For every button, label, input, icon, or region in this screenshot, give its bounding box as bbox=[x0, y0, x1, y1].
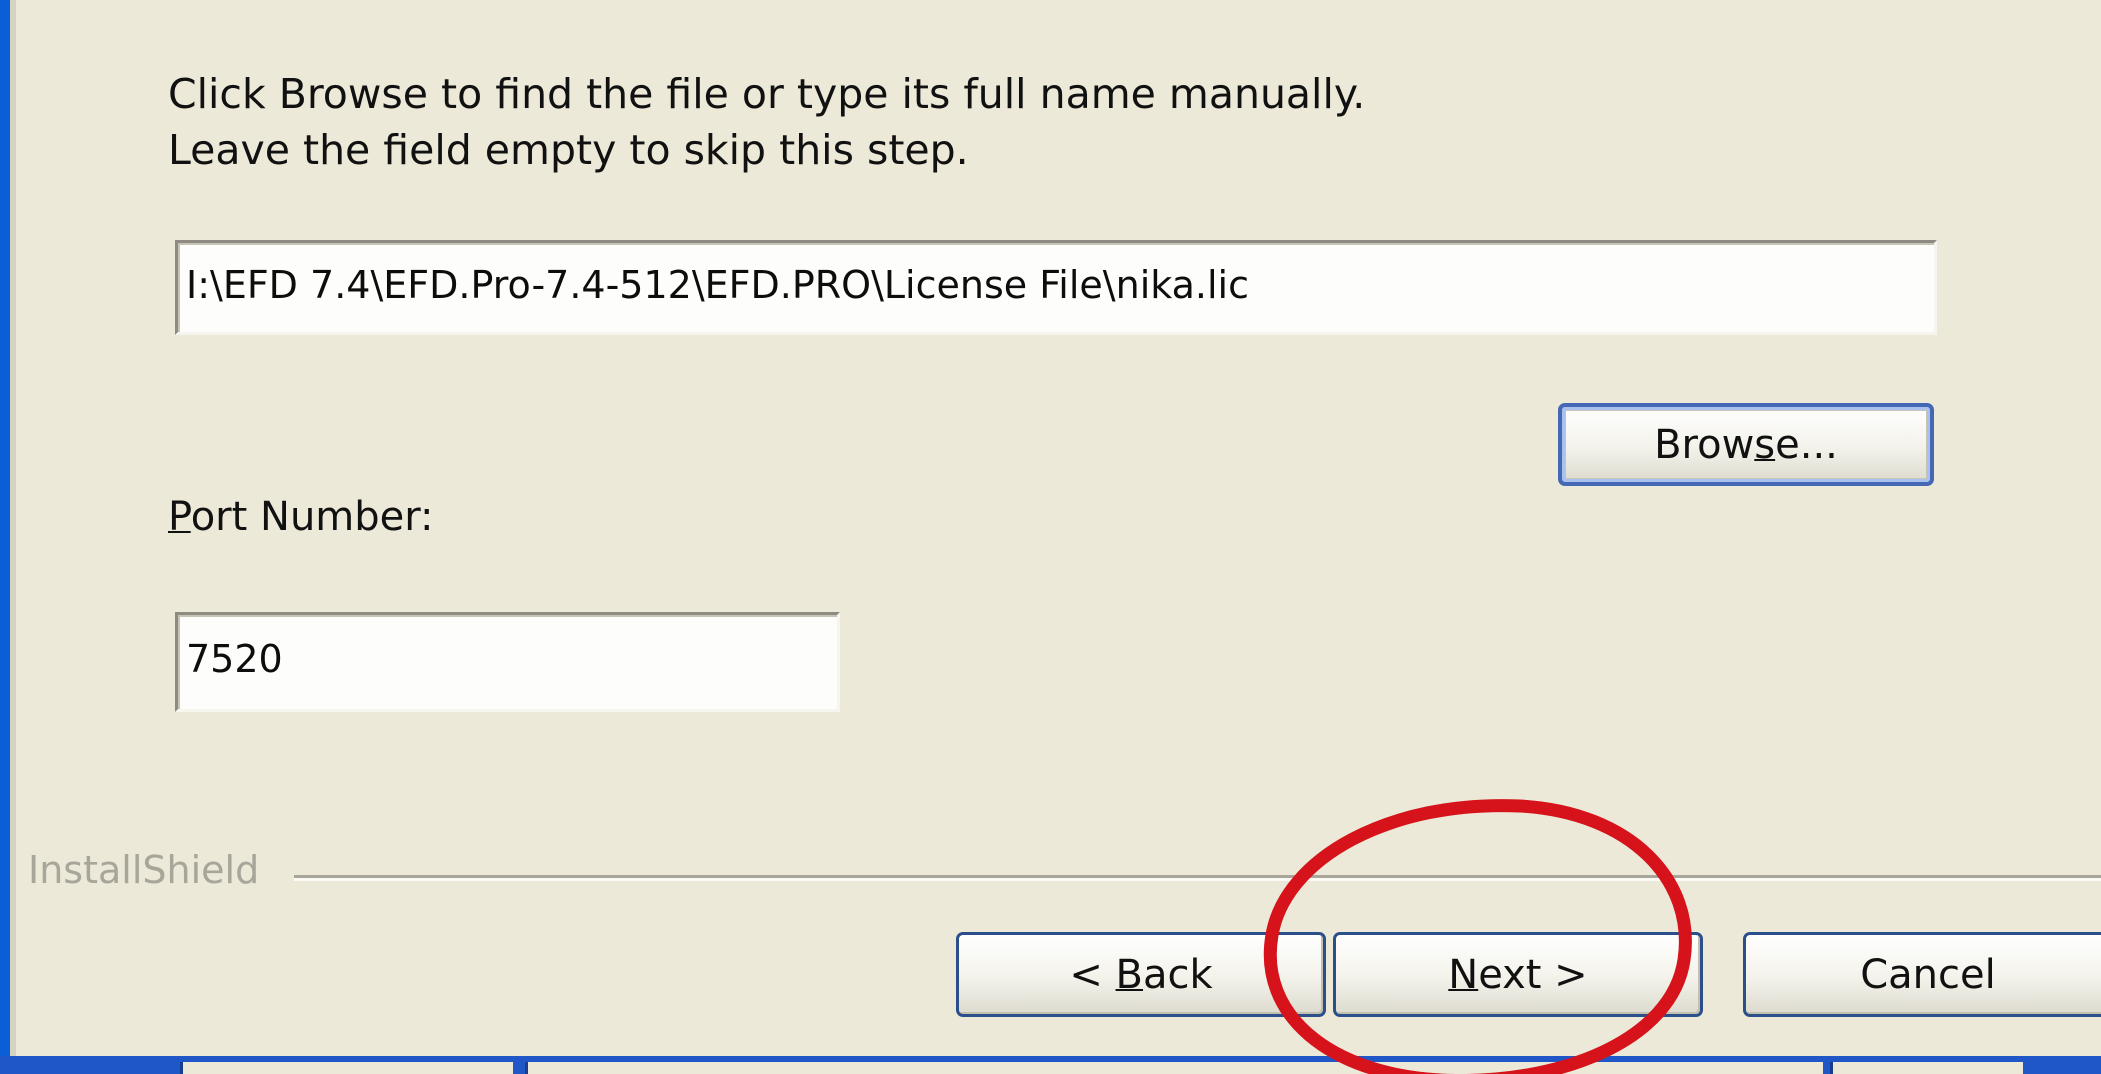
footer-divider-highlight bbox=[294, 878, 2101, 881]
port-number-input[interactable]: 7520 bbox=[175, 612, 840, 712]
taskbar-button[interactable] bbox=[180, 1062, 513, 1074]
back-button-label: < Back bbox=[1069, 951, 1213, 998]
next-button[interactable]: Next > bbox=[1333, 932, 1703, 1017]
back-button[interactable]: < Back bbox=[956, 932, 1326, 1017]
instruction-line-1: Click Browse to find the file or type it… bbox=[168, 70, 1366, 118]
installshield-label: InstallShield bbox=[28, 848, 260, 892]
next-button-label: Next > bbox=[1448, 951, 1588, 998]
license-file-path-input[interactable]: I:\EFD 7.4\EFD.Pro-7.4-512\EFD.PRO\Licen… bbox=[175, 240, 1937, 335]
cancel-button[interactable]: Cancel bbox=[1743, 932, 2101, 1017]
instruction-line-2: Leave the field empty to skip this step. bbox=[168, 126, 969, 174]
browse-button-label: Browse... bbox=[1654, 421, 1838, 468]
browse-button[interactable]: Browse... bbox=[1558, 403, 1934, 486]
installshield-branding: InstallShield bbox=[0, 848, 2101, 898]
port-number-label: Port Number: bbox=[168, 494, 434, 540]
port-number-value: 7520 bbox=[186, 637, 283, 681]
taskbar-button[interactable] bbox=[1830, 1062, 2023, 1074]
cancel-button-label: Cancel bbox=[1860, 951, 1996, 998]
license-file-path-value: I:\EFD 7.4\EFD.Pro-7.4-512\EFD.PRO\Licen… bbox=[186, 263, 1249, 307]
window-left-frame bbox=[10, 0, 16, 1060]
taskbar-button[interactable] bbox=[525, 1062, 1823, 1074]
installer-dialog: Click Browse to find the file or type it… bbox=[0, 0, 2101, 1074]
